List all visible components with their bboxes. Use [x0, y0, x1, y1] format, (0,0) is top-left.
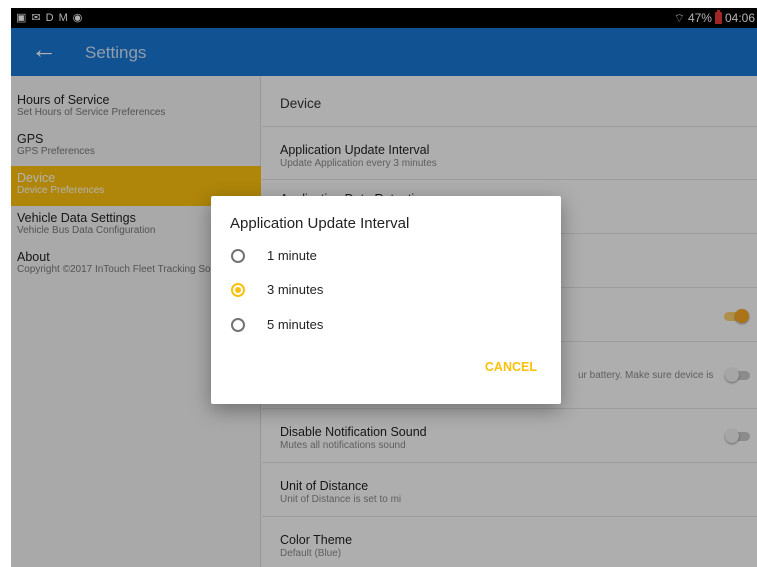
radio-button-selected[interactable]	[231, 283, 245, 297]
option-5-minutes[interactable]: 5 minutes	[211, 309, 561, 343]
option-1-minute[interactable]: 1 minute	[211, 240, 561, 274]
option-label: 1 minute	[267, 248, 317, 263]
radio-button[interactable]	[231, 318, 245, 332]
update-interval-dialog: Application Update Interval 1 minute 3 m…	[211, 196, 561, 404]
device-screen: ▣ ✉ D M ◉ ⌔ 47% 04:06 ← Settings Hours o…	[11, 8, 757, 567]
option-3-minutes[interactable]: 3 minutes	[211, 274, 561, 308]
dialog-title: Application Update Interval	[230, 215, 410, 232]
option-label: 5 minutes	[267, 317, 324, 332]
option-label: 3 minutes	[267, 282, 324, 297]
cancel-button[interactable]: CANCEL	[485, 360, 537, 374]
radio-button[interactable]	[231, 249, 245, 263]
